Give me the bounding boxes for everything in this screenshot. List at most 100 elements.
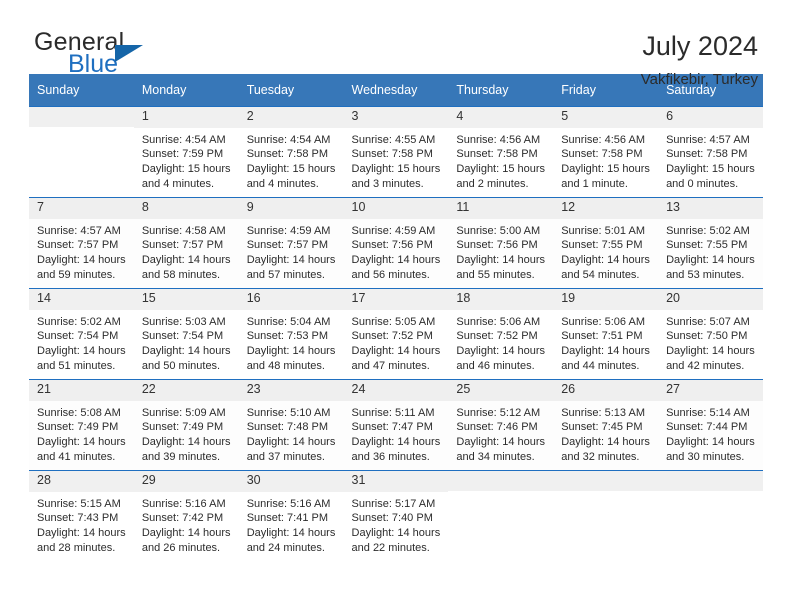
calendar-day-cell[interactable]: 9 Sunrise: 4:59 AM Sunset: 7:57 PM Daylight… [238,197,344,289]
calendar-page: General Blue July 2024 Vakfikebir, Turke… [0,0,792,612]
daylight-line1-text: Daylight: 14 hours [561,344,650,357]
day-info: Sunrise: 5:12 AM Sunset: 7:46 PM Daylight:… [448,401,553,464]
daylight-line2-text: and 34 minutes. [456,450,535,463]
daylight-line2-text: and 3 minutes. [351,177,424,190]
daylight-line2-text: and 58 minutes. [141,268,221,281]
calendar-day-cell[interactable]: 18 Sunrise: 5:06 AM Sunset: 7:52 PM Dayligh… [448,288,554,380]
calendar-day-cell[interactable]: 30 Sunrise: 5:16 AM Sunset: 7:41 PM Dayligh… [238,470,344,561]
sunset-text: Sunset: 7:57 PM [141,239,224,252]
sunrise-text: Sunrise: 5:06 AM [456,315,541,328]
calendar-day-cell[interactable]: 2 Sunrise: 4:54 AM Sunset: 7:58 PM Daylight… [238,106,344,198]
daylight-line1-text: Daylight: 14 hours [456,344,546,357]
sunset-text: Sunset: 7:40 PM [351,512,433,525]
calendar-day-cell[interactable]: 4 Sunrise: 4:56 AM Sunset: 7:58 PM Daylight… [448,106,554,198]
day-number: 16 [238,289,344,310]
daylight-line2-text: and 4 minutes. [141,177,214,190]
day-info: Sunrise: 5:16 AM Sunset: 7:41 PM Daylight:… [239,492,344,555]
calendar-day-cell[interactable]: 20 Sunrise: 5:07 AM Sunset: 7:50 PM Dayligh… [658,288,763,380]
day-info: Sunrise: 5:09 AM Sunset: 7:49 PM Daylight:… [134,401,239,464]
day-info: Sunrise: 4:54 AM Sunset: 7:58 PM Daylight:… [239,128,344,191]
calendar-day-cell[interactable]: 29 Sunrise: 5:16 AM Sunset: 7:42 PM Dayligh… [133,470,239,561]
day-number: 24 [343,380,449,401]
calendar-day-cell[interactable]: 8 Sunrise: 4:58 AM Sunset: 7:57 PM Daylight… [133,197,239,289]
daylight-line2-text: and 39 minutes. [141,450,221,463]
calendar-day-cell[interactable]: 7 Sunrise: 4:57 AM Sunset: 7:57 PM Daylight… [29,197,134,289]
sunrise-text: Sunrise: 5:14 AM [666,406,750,419]
brand-logo[interactable]: General Blue [34,30,204,80]
calendar-day-cell[interactable]: 17 Sunrise: 5:05 AM Sunset: 7:52 PM Dayligh… [343,288,449,380]
calendar-day-cell[interactable]: 23 Sunrise: 5:10 AM Sunset: 7:48 PM Dayligh… [238,379,344,471]
day-info: Sunrise: 5:02 AM Sunset: 7:54 PM Daylight:… [29,310,134,373]
sunrise-text: Sunrise: 5:00 AM [456,224,541,237]
daylight-line1-text: Daylight: 15 hours [666,162,755,175]
calendar-day-cell[interactable]: 16 Sunrise: 5:04 AM Sunset: 7:53 PM Dayligh… [238,288,344,380]
sunset-text: Sunset: 7:55 PM [561,239,643,252]
daylight-line2-text: and 0 minutes. [666,177,739,190]
daylight-line1-text: Daylight: 14 hours [37,435,126,448]
day-info: Sunrise: 5:14 AM Sunset: 7:44 PM Daylight:… [658,401,763,464]
sunset-text: Sunset: 7:57 PM [37,239,119,252]
calendar-day-cell[interactable]: 12 Sunrise: 5:01 AM Sunset: 7:55 PM Dayligh… [553,197,659,289]
daylight-line1-text: Daylight: 14 hours [666,344,755,357]
day-number: 12 [553,198,659,219]
day-info: Sunrise: 4:56 AM Sunset: 7:58 PM Daylight:… [553,128,658,191]
calendar-day-cell[interactable]: 14 Sunrise: 5:02 AM Sunset: 7:54 PM Dayligh… [29,288,134,380]
day-info: Sunrise: 5:13 AM Sunset: 7:45 PM Daylight:… [553,401,658,464]
calendar-day-cell[interactable]: 5 Sunrise: 4:56 AM Sunset: 7:58 PM Daylight… [553,106,659,198]
daylight-line2-text: and 59 minutes. [37,268,116,281]
day-number: 26 [553,380,659,401]
sunrise-text: Sunrise: 5:10 AM [246,406,331,419]
calendar-day-cell[interactable]: 24 Sunrise: 5:11 AM Sunset: 7:47 PM Dayligh… [343,379,449,471]
title-block: July 2024 Vakfikebir, Turkey [641,30,758,87]
sunrise-text: Sunrise: 4:58 AM [141,224,226,237]
calendar-day-cell[interactable]: 22 Sunrise: 5:09 AM Sunset: 7:49 PM Dayligh… [133,379,239,471]
calendar-day-cell[interactable]: 25 Sunrise: 5:12 AM Sunset: 7:46 PM Dayligh… [448,379,554,471]
sun-times-calendar: Sunday Monday Tuesday Wednesday Thursday… [29,74,763,561]
sunset-text: Sunset: 7:58 PM [456,148,538,161]
sunset-text: Sunset: 7:42 PM [141,512,224,525]
calendar-day-cell-empty [29,106,134,198]
daylight-line1-text: Daylight: 15 hours [246,162,336,175]
calendar-day-cell[interactable]: 6 Sunrise: 4:57 AM Sunset: 7:58 PM Daylight… [658,106,763,198]
sunrise-text: Sunrise: 5:15 AM [37,497,121,510]
daylight-line2-text: and 36 minutes. [351,450,430,463]
calendar-week-row: 7 Sunrise: 4:57 AM Sunset: 7:57 PM Daylight… [29,197,763,289]
calendar-day-cell[interactable]: 3 Sunrise: 4:55 AM Sunset: 7:58 PM Daylight… [343,106,449,198]
sunrise-text: Sunrise: 5:06 AM [561,315,645,328]
daylight-line1-text: Daylight: 14 hours [37,526,126,539]
daylight-line1-text: Daylight: 14 hours [666,253,755,266]
calendar-day-cell[interactable]: 11 Sunrise: 5:00 AM Sunset: 7:56 PM Dayligh… [448,197,554,289]
day-info: Sunrise: 4:57 AM Sunset: 7:57 PM Daylight:… [29,219,134,282]
sunrise-text: Sunrise: 5:01 AM [561,224,645,237]
sunset-text: Sunset: 7:41 PM [246,512,329,525]
daylight-line2-text: and 54 minutes. [561,268,640,281]
calendar-day-cell[interactable]: 27 Sunrise: 5:14 AM Sunset: 7:44 PM Dayligh… [658,379,763,471]
calendar-day-cell[interactable]: 13 Sunrise: 5:02 AM Sunset: 7:55 PM Dayligh… [658,197,763,289]
calendar-day-cell[interactable]: 15 Sunrise: 5:03 AM Sunset: 7:54 PM Dayligh… [133,288,239,380]
sunset-text: Sunset: 7:46 PM [456,421,538,434]
calendar-day-cell[interactable]: 28 Sunrise: 5:15 AM Sunset: 7:43 PM Dayligh… [29,470,134,561]
sunset-text: Sunset: 7:51 PM [561,330,643,343]
daylight-line2-text: and 32 minutes. [561,450,640,463]
calendar-day-cell[interactable]: 10 Sunrise: 4:59 AM Sunset: 7:56 PM Dayligh… [343,197,449,289]
calendar-day-cell[interactable]: 31 Sunrise: 5:17 AM Sunset: 7:40 PM Dayligh… [343,470,449,561]
page-header: General Blue July 2024 Vakfikebir, Turke… [0,0,792,88]
day-info: Sunrise: 4:58 AM Sunset: 7:57 PM Daylight:… [134,219,239,282]
day-info: Sunrise: 4:59 AM Sunset: 7:56 PM Daylight:… [344,219,449,282]
day-number: 4 [448,107,554,128]
calendar-day-cell[interactable]: 21 Sunrise: 5:08 AM Sunset: 7:49 PM Dayligh… [29,379,134,471]
sunset-text: Sunset: 7:54 PM [141,330,224,343]
sunrise-text: Sunrise: 5:17 AM [351,497,436,510]
sunrise-text: Sunrise: 5:02 AM [666,224,750,237]
sunrise-text: Sunrise: 4:56 AM [561,133,645,146]
sunrise-text: Sunrise: 4:55 AM [351,133,436,146]
calendar-day-cell[interactable]: 1 Sunrise: 4:54 AM Sunset: 7:59 PM Daylight… [133,106,239,198]
calendar-day-cell[interactable]: 26 Sunrise: 5:13 AM Sunset: 7:45 PM Dayligh… [553,379,659,471]
daylight-line1-text: Daylight: 14 hours [561,435,650,448]
day-info: Sunrise: 5:15 AM Sunset: 7:43 PM Daylight:… [29,492,134,555]
sunrise-text: Sunrise: 5:13 AM [561,406,645,419]
sunrise-text: Sunrise: 4:56 AM [456,133,541,146]
calendar-day-cell[interactable]: 19 Sunrise: 5:06 AM Sunset: 7:51 PM Dayligh… [553,288,659,380]
day-info: Sunrise: 4:59 AM Sunset: 7:57 PM Daylight:… [239,219,344,282]
sunset-text: Sunset: 7:43 PM [37,512,119,525]
